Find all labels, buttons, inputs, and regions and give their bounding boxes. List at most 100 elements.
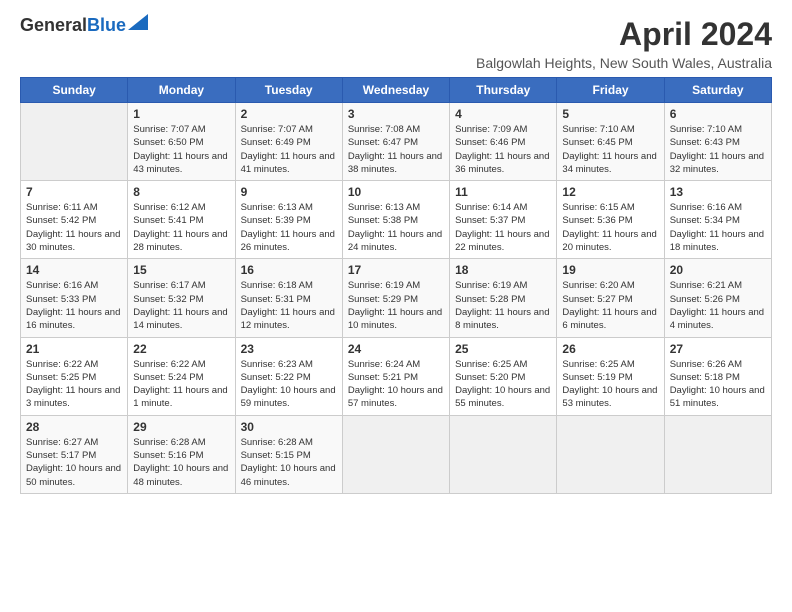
- calendar-cell: 3 Sunrise: 7:08 AM Sunset: 6:47 PM Dayli…: [342, 103, 449, 181]
- day-info: Sunrise: 7:10 AM Sunset: 6:43 PM Dayligh…: [670, 123, 766, 176]
- calendar-cell: 2 Sunrise: 7:07 AM Sunset: 6:49 PM Dayli…: [235, 103, 342, 181]
- day-number: 22: [133, 342, 229, 356]
- sunrise-text: Sunrise: 6:11 AM: [26, 202, 98, 213]
- day-info: Sunrise: 7:08 AM Sunset: 6:47 PM Dayligh…: [348, 123, 444, 176]
- sunrise-text: Sunrise: 6:28 AM: [133, 437, 205, 448]
- weekday-header: Monday: [128, 78, 235, 103]
- calendar-cell: 12 Sunrise: 6:15 AM Sunset: 5:36 PM Dayl…: [557, 181, 664, 259]
- calendar-cell: [450, 415, 557, 493]
- sunrise-text: Sunrise: 6:15 AM: [562, 202, 634, 213]
- sunset-text: Sunset: 6:47 PM: [348, 137, 418, 148]
- day-info: Sunrise: 6:19 AM Sunset: 5:28 PM Dayligh…: [455, 279, 551, 332]
- daylight-text: Daylight: 11 hours and 10 minutes.: [348, 307, 442, 331]
- sunset-text: Sunset: 5:31 PM: [241, 294, 311, 305]
- day-number: 7: [26, 185, 122, 199]
- day-info: Sunrise: 6:18 AM Sunset: 5:31 PM Dayligh…: [241, 279, 337, 332]
- calendar-cell: 6 Sunrise: 7:10 AM Sunset: 6:43 PM Dayli…: [664, 103, 771, 181]
- sunset-text: Sunset: 5:38 PM: [348, 215, 418, 226]
- calendar-cell: 1 Sunrise: 7:07 AM Sunset: 6:50 PM Dayli…: [128, 103, 235, 181]
- day-info: Sunrise: 6:22 AM Sunset: 5:24 PM Dayligh…: [133, 358, 229, 411]
- daylight-text: Daylight: 11 hours and 22 minutes.: [455, 229, 549, 253]
- calendar-cell: 7 Sunrise: 6:11 AM Sunset: 5:42 PM Dayli…: [21, 181, 128, 259]
- sunrise-text: Sunrise: 6:25 AM: [562, 359, 634, 370]
- day-number: 20: [670, 263, 766, 277]
- daylight-text: Daylight: 11 hours and 1 minute.: [133, 385, 227, 409]
- sunset-text: Sunset: 5:37 PM: [455, 215, 525, 226]
- calendar-cell: 22 Sunrise: 6:22 AM Sunset: 5:24 PM Dayl…: [128, 337, 235, 415]
- day-info: Sunrise: 6:11 AM Sunset: 5:42 PM Dayligh…: [26, 201, 122, 254]
- sunset-text: Sunset: 5:41 PM: [133, 215, 203, 226]
- sunrise-text: Sunrise: 6:26 AM: [670, 359, 742, 370]
- sunset-text: Sunset: 5:25 PM: [26, 372, 96, 383]
- daylight-text: Daylight: 10 hours and 50 minutes.: [26, 463, 121, 487]
- calendar-cell: 27 Sunrise: 6:26 AM Sunset: 5:18 PM Dayl…: [664, 337, 771, 415]
- day-info: Sunrise: 6:16 AM Sunset: 5:34 PM Dayligh…: [670, 201, 766, 254]
- day-info: Sunrise: 7:10 AM Sunset: 6:45 PM Dayligh…: [562, 123, 658, 176]
- daylight-text: Daylight: 10 hours and 59 minutes.: [241, 385, 336, 409]
- sunrise-text: Sunrise: 6:18 AM: [241, 280, 313, 291]
- daylight-text: Daylight: 11 hours and 38 minutes.: [348, 151, 442, 175]
- sunrise-text: Sunrise: 6:14 AM: [455, 202, 527, 213]
- daylight-text: Daylight: 11 hours and 28 minutes.: [133, 229, 227, 253]
- calendar-cell: 8 Sunrise: 6:12 AM Sunset: 5:41 PM Dayli…: [128, 181, 235, 259]
- sunset-text: Sunset: 5:29 PM: [348, 294, 418, 305]
- daylight-text: Daylight: 11 hours and 18 minutes.: [670, 229, 764, 253]
- sunrise-text: Sunrise: 7:07 AM: [133, 124, 205, 135]
- daylight-text: Daylight: 10 hours and 46 minutes.: [241, 463, 336, 487]
- day-number: 9: [241, 185, 337, 199]
- day-number: 19: [562, 263, 658, 277]
- daylight-text: Daylight: 10 hours and 57 minutes.: [348, 385, 443, 409]
- day-number: 10: [348, 185, 444, 199]
- day-number: 8: [133, 185, 229, 199]
- calendar-cell: 16 Sunrise: 6:18 AM Sunset: 5:31 PM Dayl…: [235, 259, 342, 337]
- calendar-cell: 19 Sunrise: 6:20 AM Sunset: 5:27 PM Dayl…: [557, 259, 664, 337]
- day-info: Sunrise: 6:20 AM Sunset: 5:27 PM Dayligh…: [562, 279, 658, 332]
- calendar-cell: 26 Sunrise: 6:25 AM Sunset: 5:19 PM Dayl…: [557, 337, 664, 415]
- daylight-text: Daylight: 11 hours and 34 minutes.: [562, 151, 656, 175]
- page-header: GeneralBlue April 2024 Balgowlah Heights…: [20, 16, 772, 71]
- day-info: Sunrise: 7:09 AM Sunset: 6:46 PM Dayligh…: [455, 123, 551, 176]
- daylight-text: Daylight: 10 hours and 51 minutes.: [670, 385, 765, 409]
- day-info: Sunrise: 6:23 AM Sunset: 5:22 PM Dayligh…: [241, 358, 337, 411]
- sunrise-text: Sunrise: 6:23 AM: [241, 359, 313, 370]
- daylight-text: Daylight: 11 hours and 36 minutes.: [455, 151, 549, 175]
- calendar-cell: 5 Sunrise: 7:10 AM Sunset: 6:45 PM Dayli…: [557, 103, 664, 181]
- day-info: Sunrise: 6:27 AM Sunset: 5:17 PM Dayligh…: [26, 436, 122, 489]
- logo-text: GeneralBlue: [20, 16, 126, 36]
- daylight-text: Daylight: 11 hours and 12 minutes.: [241, 307, 335, 331]
- sunrise-text: Sunrise: 6:19 AM: [455, 280, 527, 291]
- weekday-header-row: SundayMondayTuesdayWednesdayThursdayFrid…: [21, 78, 772, 103]
- sunset-text: Sunset: 5:26 PM: [670, 294, 740, 305]
- sunset-text: Sunset: 5:15 PM: [241, 450, 311, 461]
- calendar-week-row: 7 Sunrise: 6:11 AM Sunset: 5:42 PM Dayli…: [21, 181, 772, 259]
- day-number: 29: [133, 420, 229, 434]
- daylight-text: Daylight: 11 hours and 24 minutes.: [348, 229, 442, 253]
- daylight-text: Daylight: 11 hours and 20 minutes.: [562, 229, 656, 253]
- day-number: 28: [26, 420, 122, 434]
- calendar-table: SundayMondayTuesdayWednesdayThursdayFrid…: [20, 77, 772, 494]
- day-info: Sunrise: 6:12 AM Sunset: 5:41 PM Dayligh…: [133, 201, 229, 254]
- calendar-cell: 17 Sunrise: 6:19 AM Sunset: 5:29 PM Dayl…: [342, 259, 449, 337]
- day-number: 16: [241, 263, 337, 277]
- day-info: Sunrise: 7:07 AM Sunset: 6:50 PM Dayligh…: [133, 123, 229, 176]
- sunset-text: Sunset: 5:17 PM: [26, 450, 96, 461]
- day-number: 13: [670, 185, 766, 199]
- sunset-text: Sunset: 6:50 PM: [133, 137, 203, 148]
- calendar-cell: 18 Sunrise: 6:19 AM Sunset: 5:28 PM Dayl…: [450, 259, 557, 337]
- title-block: April 2024 Balgowlah Heights, New South …: [476, 16, 772, 71]
- sunrise-text: Sunrise: 6:13 AM: [348, 202, 420, 213]
- day-number: 4: [455, 107, 551, 121]
- day-info: Sunrise: 6:15 AM Sunset: 5:36 PM Dayligh…: [562, 201, 658, 254]
- day-number: 14: [26, 263, 122, 277]
- calendar-week-row: 1 Sunrise: 7:07 AM Sunset: 6:50 PM Dayli…: [21, 103, 772, 181]
- sunset-text: Sunset: 6:43 PM: [670, 137, 740, 148]
- day-info: Sunrise: 6:28 AM Sunset: 5:16 PM Dayligh…: [133, 436, 229, 489]
- daylight-text: Daylight: 10 hours and 53 minutes.: [562, 385, 657, 409]
- calendar-cell: 25 Sunrise: 6:25 AM Sunset: 5:20 PM Dayl…: [450, 337, 557, 415]
- calendar-cell: 30 Sunrise: 6:28 AM Sunset: 5:15 PM Dayl…: [235, 415, 342, 493]
- daylight-text: Daylight: 11 hours and 6 minutes.: [562, 307, 656, 331]
- daylight-text: Daylight: 11 hours and 30 minutes.: [26, 229, 120, 253]
- sunrise-text: Sunrise: 7:07 AM: [241, 124, 313, 135]
- day-number: 30: [241, 420, 337, 434]
- calendar-cell: [557, 415, 664, 493]
